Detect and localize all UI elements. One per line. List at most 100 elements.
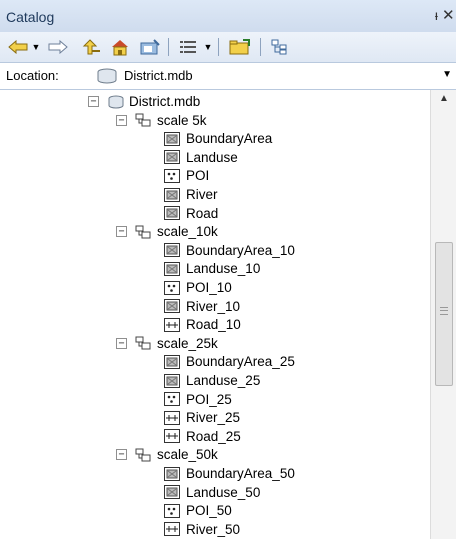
polygon-feature-class-icon	[164, 131, 180, 146]
location-combobox[interactable]: District.mdb ▼	[92, 66, 454, 86]
tree-node-feature-class[interactable]: River	[164, 185, 218, 204]
polygon-feature-class-icon	[164, 243, 180, 258]
toolbar-separator	[260, 38, 261, 56]
panel-title: Catalog	[6, 9, 55, 25]
polygon-feature-class-icon	[164, 485, 180, 500]
tree-node-label: Landuse_50	[186, 484, 261, 500]
tree-node-feature-class[interactable]: BoundaryArea_25	[164, 352, 295, 371]
pin-icon[interactable]: ᵼ	[435, 7, 438, 23]
collapse-toggle-icon[interactable]: −	[116, 114, 127, 126]
polygon-feature-class-icon	[164, 373, 180, 388]
tree-node-label: POI_50	[186, 503, 232, 519]
catalog-tree-icon[interactable]	[268, 36, 292, 58]
tree-node-feature-class[interactable]: Landuse_50	[164, 483, 260, 502]
catalog-tree: − District.mdb − scale 5k BoundaryArea Landus…	[0, 90, 430, 539]
feature-dataset-icon	[135, 448, 151, 462]
view-dropdown-icon[interactable]: ▼	[202, 36, 214, 58]
up-one-level-icon[interactable]	[80, 36, 104, 58]
tree-node-feature-class[interactable]: POI_50	[164, 501, 232, 520]
tree-node-label: River_50	[186, 521, 241, 537]
tree-node-feature-class[interactable]: BoundaryArea_10	[164, 241, 295, 260]
tree-node-feature-class[interactable]: BoundaryArea	[164, 129, 272, 148]
tree-node-label: District.mdb	[129, 94, 201, 109]
tree-node-label: scale_50k	[157, 447, 218, 463]
connect-folder-icon[interactable]	[138, 36, 162, 58]
line-feature-class-icon	[164, 429, 180, 444]
scroll-up-icon[interactable]: ▲	[431, 90, 456, 108]
vertical-scrollbar[interactable]: ▲	[430, 90, 456, 539]
feature-dataset-icon	[135, 113, 151, 127]
location-dropdown-icon[interactable]: ▼	[442, 69, 452, 80]
tree-node-feature-class[interactable]: Landuse_25	[164, 371, 260, 390]
tree-node-label: Landuse_25	[186, 373, 261, 388]
tree-node-label: River_25	[186, 410, 241, 426]
back-dropdown-icon[interactable]: ▼	[30, 36, 42, 58]
tree-node-feature-class[interactable]: POI_25	[164, 390, 232, 409]
tree-node-label: Road_10	[186, 317, 241, 333]
tree-node-label: BoundaryArea_25	[186, 354, 295, 370]
tree-node-label: Landuse	[186, 149, 238, 165]
collapse-toggle-icon[interactable]: −	[116, 449, 127, 461]
tree-node-feature-class[interactable]: River_10	[164, 297, 240, 316]
collapse-toggle-icon[interactable]: −	[116, 226, 127, 238]
polygon-feature-class-icon	[164, 187, 180, 202]
tree-node-dataset[interactable]: − scale_50k	[116, 445, 218, 464]
tree-node-feature-class[interactable]: Road_10	[164, 315, 241, 334]
tree-node-label: River	[186, 187, 218, 202]
collapse-toggle-icon[interactable]: −	[116, 337, 127, 349]
tree-node-dataset[interactable]: − scale 5k	[116, 111, 207, 130]
tree-node-root[interactable]: − District.mdb	[88, 92, 200, 111]
line-feature-class-icon	[164, 317, 180, 332]
home-icon[interactable]	[108, 36, 132, 58]
tree-node-label: Road	[186, 205, 219, 221]
database-icon	[96, 68, 118, 89]
tree-node-label: BoundaryArea_10	[186, 242, 295, 258]
point-feature-class-icon	[164, 503, 180, 518]
close-icon[interactable]: ✕	[442, 6, 456, 24]
tree-node-feature-class[interactable]: River_25	[164, 408, 240, 427]
toolbar-separator	[218, 38, 219, 56]
tree-node-feature-class[interactable]: Landuse	[164, 148, 238, 167]
load-data-icon[interactable]	[226, 36, 254, 58]
location-bar: Location: District.mdb ▼	[0, 63, 456, 90]
polygon-feature-class-icon	[164, 206, 180, 221]
catalog-titlebar: Catalog ᵼ ✕	[0, 0, 456, 33]
tree-node-dataset[interactable]: − scale_10k	[116, 222, 218, 241]
tree-node-label: POI_25	[186, 391, 232, 407]
line-feature-class-icon	[164, 410, 180, 425]
tree-node-label: scale 5k	[157, 112, 207, 128]
tree-node-feature-class[interactable]: River_50	[164, 520, 240, 539]
tree-node-label: scale_10k	[157, 224, 218, 240]
tree-node-feature-class[interactable]: Road	[164, 204, 218, 223]
tree-node-label: River_10	[186, 298, 241, 314]
database-icon	[107, 95, 124, 109]
tree-node-label: POI	[186, 168, 210, 184]
back-arrow-icon[interactable]	[6, 36, 30, 58]
tree-node-feature-class[interactable]: Landuse_10	[164, 259, 260, 278]
polygon-feature-class-icon	[164, 299, 180, 314]
tree-node-feature-class[interactable]: POI_10	[164, 278, 232, 297]
tree-node-label: Road_25	[186, 428, 241, 444]
point-feature-class-icon	[164, 280, 180, 295]
tree-node-label: scale_25k	[157, 335, 218, 351]
view-options-icon[interactable]	[176, 36, 200, 58]
feature-dataset-icon	[135, 336, 151, 350]
tree-node-label: Landuse_10	[186, 261, 261, 277]
location-value: District.mdb	[124, 68, 193, 83]
location-label: Location:	[6, 68, 59, 83]
forward-arrow-icon[interactable]	[46, 36, 70, 58]
line-feature-class-icon	[164, 522, 180, 537]
point-feature-class-icon	[164, 168, 180, 183]
polygon-feature-class-icon	[164, 466, 180, 481]
polygon-feature-class-icon	[164, 150, 180, 165]
tree-node-feature-class[interactable]: BoundaryArea_50	[164, 464, 295, 483]
polygon-feature-class-icon	[164, 354, 180, 369]
tree-node-dataset[interactable]: − scale_25k	[116, 334, 218, 353]
tree-node-feature-class[interactable]: POI	[164, 166, 209, 185]
collapse-toggle-icon[interactable]: −	[88, 96, 99, 107]
tree-node-label: BoundaryArea_50	[186, 466, 295, 481]
feature-dataset-icon	[135, 225, 151, 239]
tree-node-feature-class[interactable]: Road_25	[164, 427, 241, 446]
scroll-thumb[interactable]	[435, 242, 453, 386]
tree-node-label: POI_10	[186, 280, 232, 295]
